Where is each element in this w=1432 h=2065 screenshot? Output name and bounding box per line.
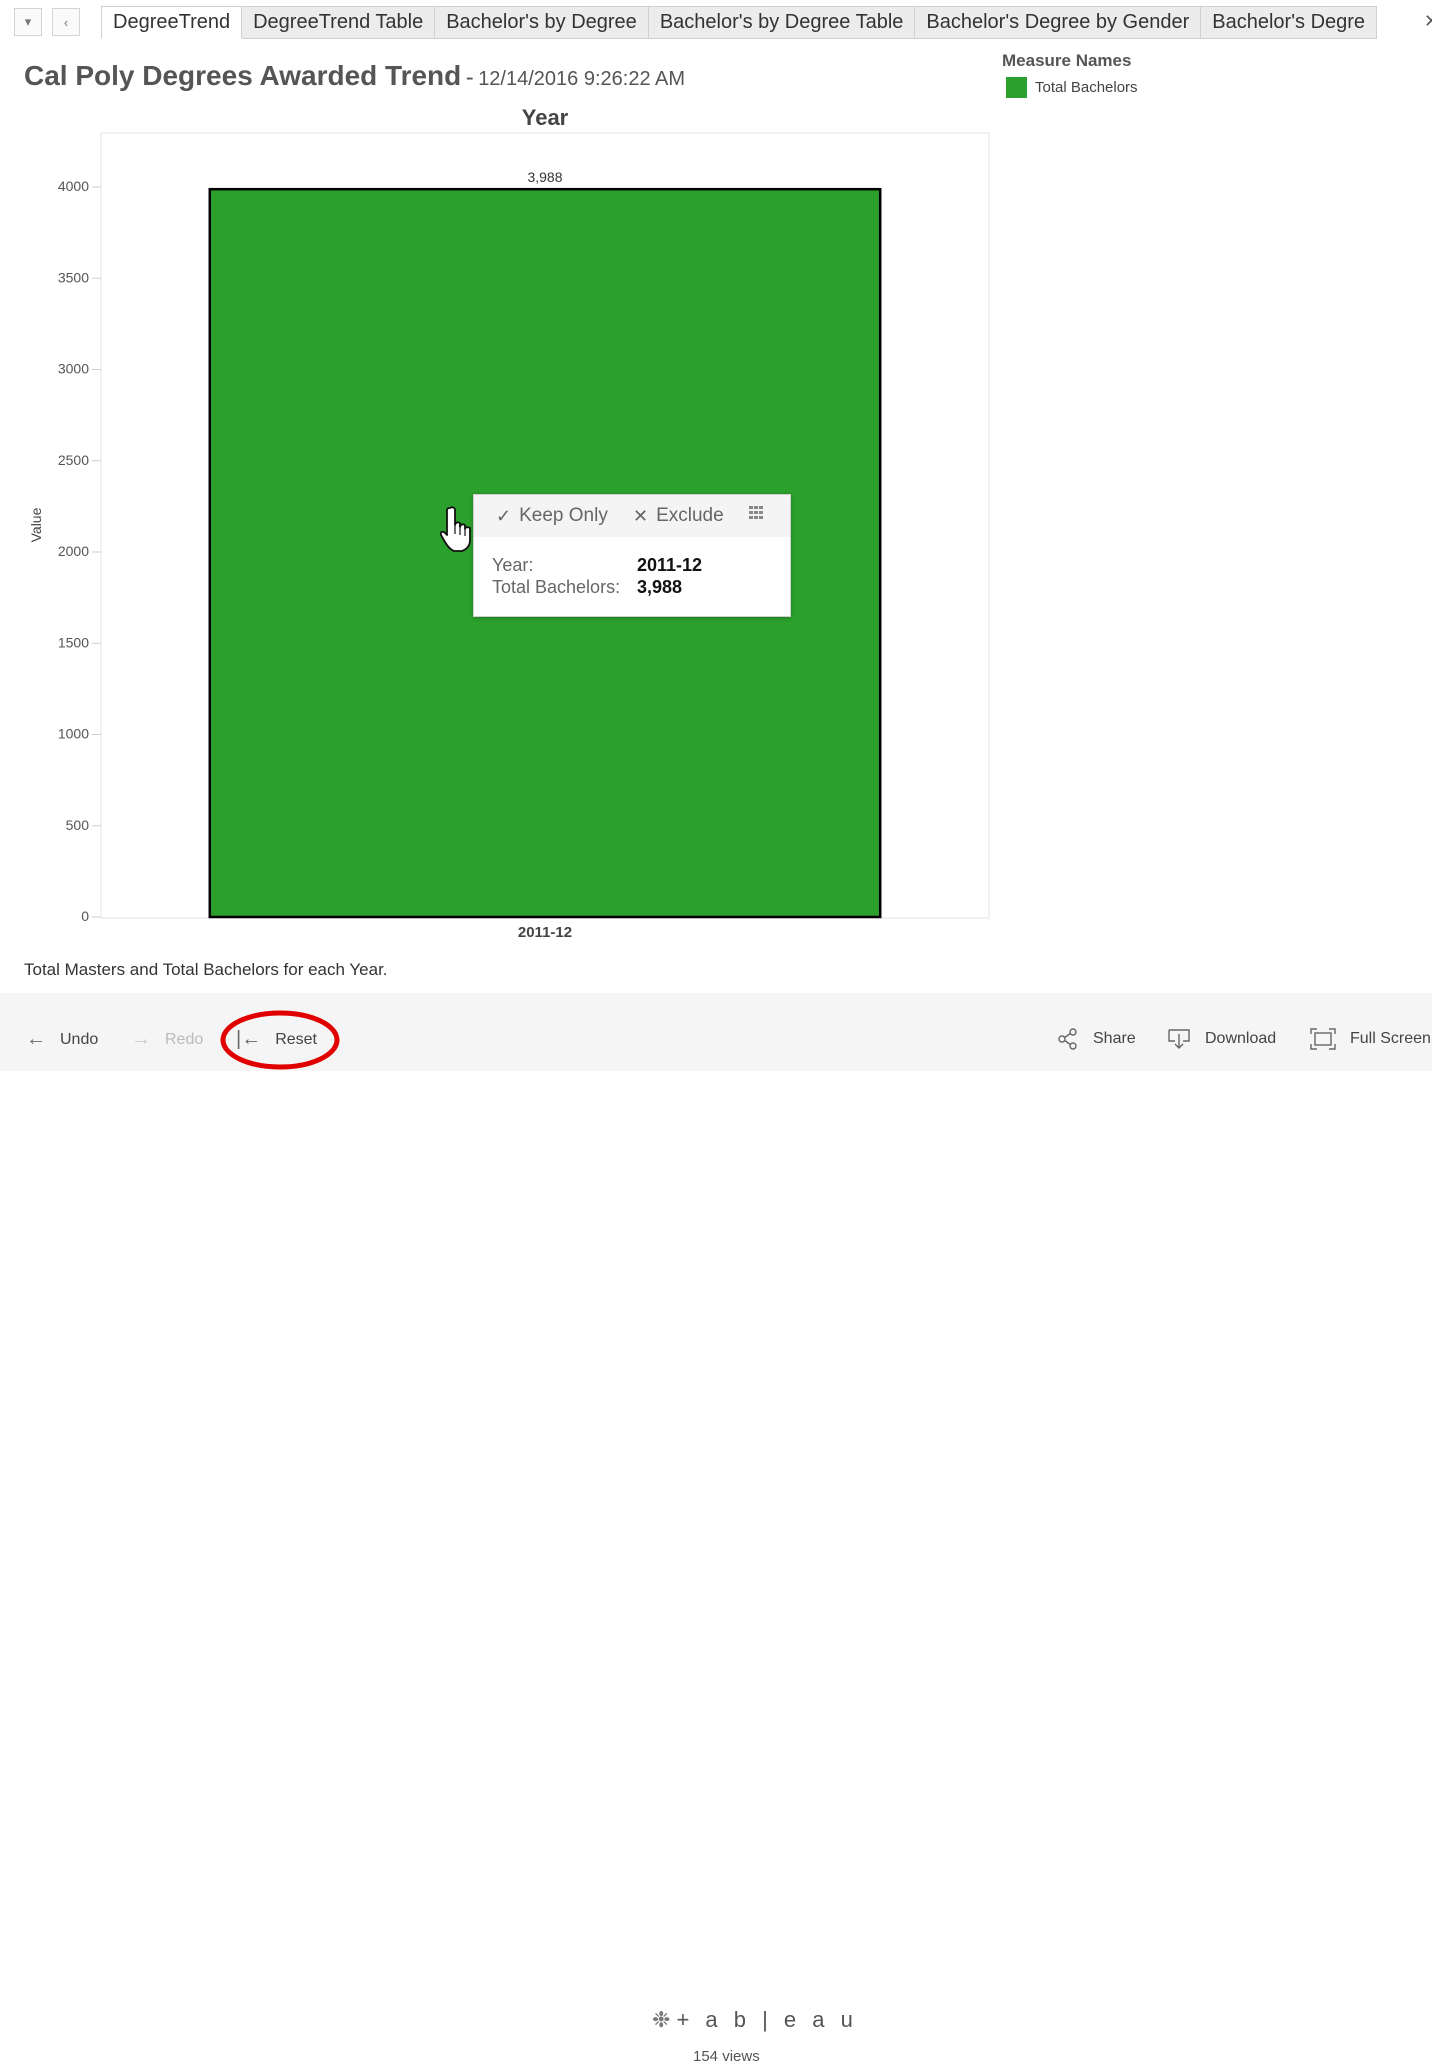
view-data-button[interactable] — [749, 506, 767, 520]
reset-highlight-circle — [220, 1010, 340, 1070]
keep-only-label: Keep Only — [519, 505, 608, 526]
undo-button[interactable]: ← Undo — [26, 1028, 98, 1051]
share-button[interactable]: Share — [1057, 1028, 1136, 1050]
checkmark-icon: ✓ — [496, 505, 512, 526]
share-label: Share — [1093, 1030, 1136, 1047]
download-icon — [1168, 1029, 1190, 1049]
y-tick-label: 1500 — [58, 634, 89, 650]
full-screen-button[interactable]: Full Screen — [1310, 1028, 1431, 1050]
y-tick-label: 3000 — [58, 361, 89, 377]
share-icon — [1058, 1028, 1077, 1050]
tooltip-value: 3,988 — [637, 577, 683, 597]
tableau-wordmark: + a b | e a u — [676, 2007, 858, 2032]
bottom-toolbar: ← Undo → Redo |← Reset Share Download Fu… — [0, 993, 1432, 2065]
mark-tooltip: ✓ Keep Only ✕ Exclude Year: 2011-12 Total… — [473, 494, 791, 617]
y-tick-label: 2000 — [58, 543, 89, 559]
exclude-label: Exclude — [656, 505, 724, 526]
bar-chart: Year Value 0 500 1000 1500 2000 2500 3000 3500 400… — [28, 105, 990, 941]
y-tick-label: 500 — [66, 817, 90, 833]
y-tick-label: 4000 — [58, 178, 89, 194]
x-tick-label: 2011-12 — [518, 924, 572, 941]
view-count: 154 views — [693, 2048, 760, 2065]
download-label: Download — [1205, 1030, 1277, 1047]
chart-title: Year — [522, 105, 569, 130]
redo-label: Redo — [165, 1030, 204, 1048]
tooltip-label: Year: — [492, 555, 534, 575]
undo-label: Undo — [60, 1030, 99, 1048]
full-screen-label: Full Screen — [1350, 1030, 1431, 1047]
fullscreen-icon — [1310, 1028, 1336, 1050]
download-button[interactable]: Download — [1167, 1028, 1276, 1050]
arrow-right-icon: → — [131, 1028, 151, 1050]
y-tick-label: 2500 — [58, 452, 89, 468]
redo-button[interactable]: → Redo — [131, 1028, 203, 1051]
arrow-left-icon: ← — [26, 1028, 46, 1050]
y-tick-label: 1000 — [58, 726, 89, 742]
chart-caption: Total Masters and Total Bachelors for ea… — [24, 960, 388, 979]
y-tick-label: 0 — [81, 908, 89, 924]
tooltip-label: Total Bachelors: — [492, 577, 621, 597]
tooltip-row-total-bachelors: Total Bachelors: 3,988 — [492, 577, 682, 598]
hand-cursor-icon — [440, 506, 471, 552]
tooltip-row-year: Year: 2011-12 — [492, 555, 702, 576]
view-data-icon — [749, 506, 763, 519]
tableau-cross-icon: ❉ — [652, 2007, 671, 2032]
keep-only-button[interactable]: ✓ Keep Only — [496, 505, 608, 527]
y-tick-label: 3500 — [58, 269, 89, 285]
tooltip-value: 2011-12 — [637, 555, 703, 575]
bar-data-label: 3,988 — [527, 169, 562, 185]
tableau-logo[interactable]: ❉ + a b | e a u — [652, 2007, 858, 2033]
exclude-x-icon: ✕ — [633, 505, 649, 526]
exclude-button[interactable]: ✕ Exclude — [633, 505, 724, 527]
y-axis-label: Value — [28, 507, 44, 542]
